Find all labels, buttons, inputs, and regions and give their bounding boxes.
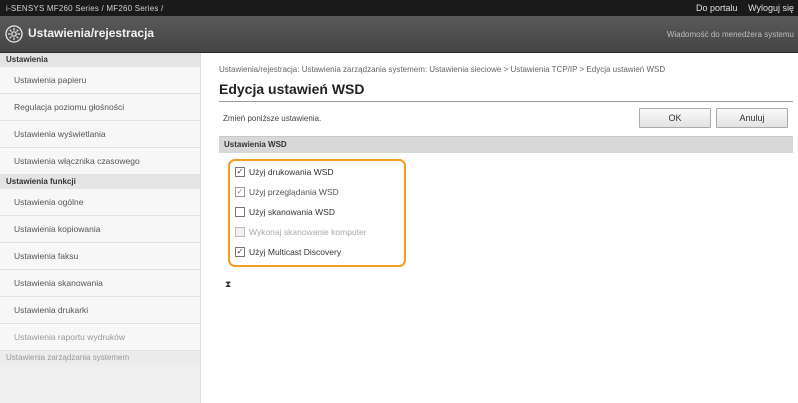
sidebar-section-functions: Ustawienia funkcji bbox=[0, 175, 200, 189]
sidebar-item-fax[interactable]: Ustawienia faksu bbox=[0, 243, 200, 270]
option-label: Użyj Multicast Discovery bbox=[249, 247, 342, 257]
header-title: Ustawienia/rejestracja bbox=[28, 26, 155, 40]
top-links: Do portalu Wyloguj się bbox=[688, 3, 794, 13]
sidebar-item-scan[interactable]: Ustawienia skanowania bbox=[0, 270, 200, 297]
page-title: Edycja ustawień WSD bbox=[219, 81, 793, 102]
portal-link[interactable]: Do portalu bbox=[696, 3, 738, 13]
settings-icon bbox=[5, 25, 23, 43]
sidebar-item-timer[interactable]: Ustawienia włącznika czasowego bbox=[0, 148, 200, 175]
back-to-top-icon[interactable]: ⧗ bbox=[225, 279, 231, 290]
breadcrumb: Ustawienia/rejestracja: Ustawienia zarzą… bbox=[219, 65, 666, 74]
instruction-text: Zmień poniższe ustawienia. bbox=[223, 114, 322, 123]
option-wsd-browsing[interactable]: ✓ Użyj przeglądania WSD bbox=[235, 186, 339, 201]
action-row: Zmień poniższe ustawienia. OK Anuluj bbox=[219, 108, 793, 132]
sidebar: Ustawienia Ustawienia papieru Regulacja … bbox=[0, 53, 201, 403]
wsd-options: ✓ Użyj drukowania WSD ✓ Użyj przeglądania … bbox=[219, 153, 793, 269]
sidebar-item-print-report[interactable]: Ustawienia raportu wydruków bbox=[0, 324, 200, 351]
device-model: i-SENSYS MF260 Series / MF260 Series / bbox=[6, 4, 164, 13]
checkbox[interactable] bbox=[235, 206, 245, 217]
checkbox[interactable]: ✓ bbox=[235, 186, 245, 197]
sidebar-item-volume[interactable]: Regulacja poziomu głośności bbox=[0, 94, 200, 121]
option-label: Użyj przeglądania WSD bbox=[249, 187, 339, 197]
checkbox bbox=[235, 226, 245, 237]
main-content: Ustawienia/rejestracja: Ustawienia zarzą… bbox=[219, 53, 793, 289]
page-header: Ustawienia/rejestracja Wiadomość do mene… bbox=[0, 16, 798, 53]
settings-section-header: Ustawienia WSD bbox=[219, 136, 793, 153]
logout-link[interactable]: Wyloguj się bbox=[748, 3, 794, 13]
cancel-button[interactable]: Anuluj bbox=[716, 108, 788, 128]
ok-button[interactable]: OK bbox=[639, 108, 711, 128]
sidebar-item-general[interactable]: Ustawienia ogólne bbox=[0, 189, 200, 216]
sidebar-item-printer[interactable]: Ustawienia drukarki bbox=[0, 297, 200, 324]
checkbox[interactable]: ✓ bbox=[235, 166, 245, 177]
sidebar-item-paper[interactable]: Ustawienia papieru bbox=[0, 67, 200, 94]
option-label: Wykonaj skanowanie komputer bbox=[249, 227, 367, 237]
sidebar-item-copy[interactable]: Ustawienia kopiowania bbox=[0, 216, 200, 243]
sidebar-item-display[interactable]: Ustawienia wyświetlania bbox=[0, 121, 200, 148]
option-label: Użyj skanowania WSD bbox=[249, 207, 335, 217]
option-wsd-scanning[interactable]: Użyj skanowania WSD bbox=[235, 206, 335, 221]
option-label: Użyj drukowania WSD bbox=[249, 167, 334, 177]
message-to-admin-link[interactable]: Wiadomość do menedżera systemu bbox=[667, 30, 794, 39]
checkbox[interactable]: ✓ bbox=[235, 246, 245, 257]
sidebar-section-settings: Ustawienia bbox=[0, 53, 200, 67]
option-computer-scan: Wykonaj skanowanie komputer bbox=[235, 226, 367, 241]
top-bar: i-SENSYS MF260 Series / MF260 Series / D… bbox=[0, 0, 798, 16]
option-wsd-printing[interactable]: ✓ Użyj drukowania WSD bbox=[235, 166, 334, 181]
sidebar-section-system-management[interactable]: Ustawienia zarządzania systemem bbox=[0, 351, 200, 365]
option-multicast-discovery[interactable]: ✓ Użyj Multicast Discovery bbox=[235, 246, 342, 261]
